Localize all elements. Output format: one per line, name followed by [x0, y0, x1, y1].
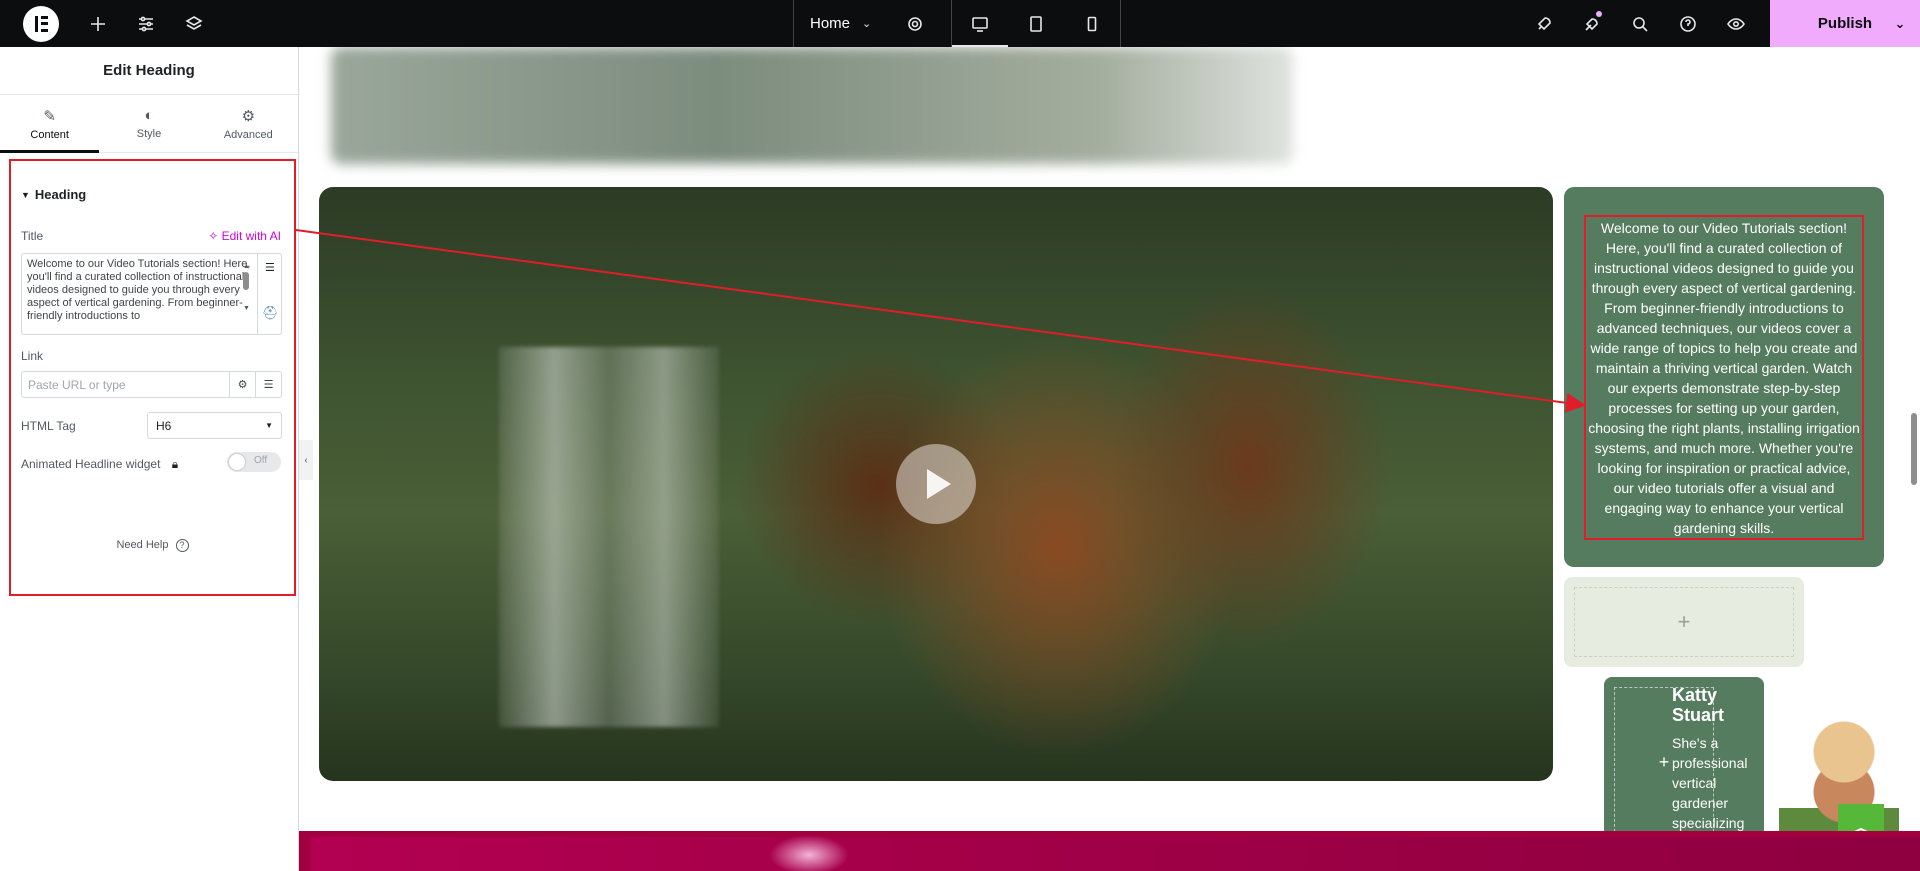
page-selector[interactable]: Home ⌄ [794, 0, 891, 47]
tab-label: Content [30, 128, 69, 141]
animated-headline-toggle[interactable]: Off [227, 452, 281, 472]
title-textarea-value: Welcome to our Video Tutorials section! … [27, 258, 251, 322]
structure-layers-icon[interactable] [170, 0, 218, 47]
tab-label: Advanced [223, 128, 273, 141]
textarea-side-tools: ☰ ⛑ [257, 254, 281, 334]
ai-button-label: Edit with AI [221, 229, 281, 243]
heading-controls-highlight: ▼ Heading Title ✧ Edit with AI Welcome t… [9, 159, 296, 596]
collapse-panel-chevron-left-icon[interactable]: ‹ [299, 440, 313, 480]
toggle-label: Off [254, 455, 268, 466]
dynamic-tags-database-icon[interactable]: ☰ [265, 262, 275, 275]
preview-canvas: ‹ Welcome to our Video Tutorials section… [299, 47, 1920, 871]
html-tag-select[interactable]: H6 ▼ [147, 412, 282, 439]
publish-button[interactable]: Publish ⌄ [1770, 0, 1920, 47]
video-widget[interactable] [319, 187, 1553, 781]
help-icon[interactable] [1664, 0, 1712, 47]
footer-glow [769, 835, 849, 871]
ai-sparkle-icon: ✧ [208, 229, 219, 243]
animated-headline-text: Animated Headline widget [21, 457, 161, 471]
tablet-view-icon[interactable] [1008, 0, 1064, 47]
dynamic-tags-database-icon[interactable]: ☰ [255, 372, 281, 397]
card-name: Katty Stuart [1672, 685, 1725, 725]
textarea-scrollbar[interactable]: ▲ ▼ [241, 256, 251, 332]
page-settings-gear-icon[interactable] [891, 0, 939, 47]
top-bar: Home ⌄ Publish ⌄ [0, 0, 1920, 47]
title-textarea[interactable]: Welcome to our Video Tutorials section! … [21, 253, 282, 335]
caret-down-icon: ▼ [265, 421, 273, 430]
ai-assistant-icon[interactable]: ⛑ [262, 306, 279, 319]
waterfall-image-area [499, 347, 719, 727]
section-toggle-heading[interactable]: ▼ Heading [21, 187, 86, 202]
link-input[interactable]: Paste URL or type ⚙ ☰ [21, 371, 282, 398]
search-icon[interactable] [1616, 0, 1664, 47]
preview-eye-icon[interactable] [1712, 0, 1760, 47]
canvas-scrollbar[interactable] [1911, 413, 1917, 485]
card-bio: She's a professional vertical gardener s… [1672, 735, 1748, 831]
add-element-icon[interactable] [74, 0, 122, 47]
blurred-hero-image [331, 47, 1293, 164]
panel-tabs: ✎ Content ◐ Style ⚙ Advanced [0, 95, 298, 153]
link-placeholder: Paste URL or type [28, 378, 126, 392]
footer-inner [311, 837, 1920, 871]
link-options-gear-icon[interactable]: ⚙ [229, 372, 255, 397]
play-icon[interactable] [896, 444, 976, 524]
site-settings-sliders-icon[interactable] [122, 0, 170, 47]
animated-headline-label: Animated Headline widget 🔒︎ [21, 457, 178, 472]
pencil-icon: ✎ [43, 107, 56, 125]
chevron-down-icon[interactable]: ⌄ [1880, 0, 1920, 47]
tab-advanced[interactable]: ⚙ Advanced [199, 95, 298, 152]
add-element-plus-icon[interactable]: + [1574, 587, 1794, 657]
footer-section [299, 831, 1920, 871]
need-help-link[interactable]: Need Help ? [11, 539, 294, 552]
page-name: Home [810, 15, 851, 32]
publish-label: Publish [1817, 15, 1873, 32]
lock-icon: 🔒︎ [171, 457, 179, 471]
caret-down-icon: ▼ [21, 189, 30, 200]
title-label: Title [21, 229, 44, 243]
chevron-down-icon: ⌄ [862, 18, 872, 30]
tab-label: Style [136, 128, 162, 140]
link-label: Link [21, 349, 44, 363]
half-circle-icon: ◐ [144, 107, 154, 124]
help-label: Need Help [116, 539, 169, 551]
editor-panel: Edit Heading ✎ Content ◐ Style ⚙ Advance… [0, 47, 299, 871]
notification-dot [1596, 11, 1602, 17]
edit-with-ai-button[interactable]: ✧ Edit with AI [208, 229, 281, 243]
html-tag-label: HTML Tag [21, 419, 76, 433]
tab-style[interactable]: ◐ Style [99, 95, 198, 152]
gear-icon: ⚙ [241, 107, 256, 125]
tab-content[interactable]: ✎ Content [0, 95, 100, 153]
heading-widget-selected[interactable]: Welcome to our Video Tutorials section! … [1584, 215, 1864, 540]
elementor-logo-icon[interactable] [23, 5, 59, 42]
section-title: Heading [34, 187, 87, 202]
panel-title: Edit Heading [0, 47, 298, 95]
profile-card: + Katty Stuart She's a professional vert… [1604, 677, 1764, 837]
mobile-view-icon[interactable] [1064, 0, 1120, 47]
question-circle-icon: ? [175, 539, 189, 552]
heading-text: Welcome to our Video Tutorials section! … [1588, 220, 1860, 536]
html-tag-value: H6 [156, 419, 172, 433]
divider [1120, 0, 1122, 47]
desktop-view-icon[interactable] [952, 0, 1009, 47]
launchpad-rocket-icon[interactable] [1520, 0, 1568, 47]
empty-container: + [1564, 577, 1804, 667]
whats-new-icon[interactable] [1568, 0, 1616, 47]
